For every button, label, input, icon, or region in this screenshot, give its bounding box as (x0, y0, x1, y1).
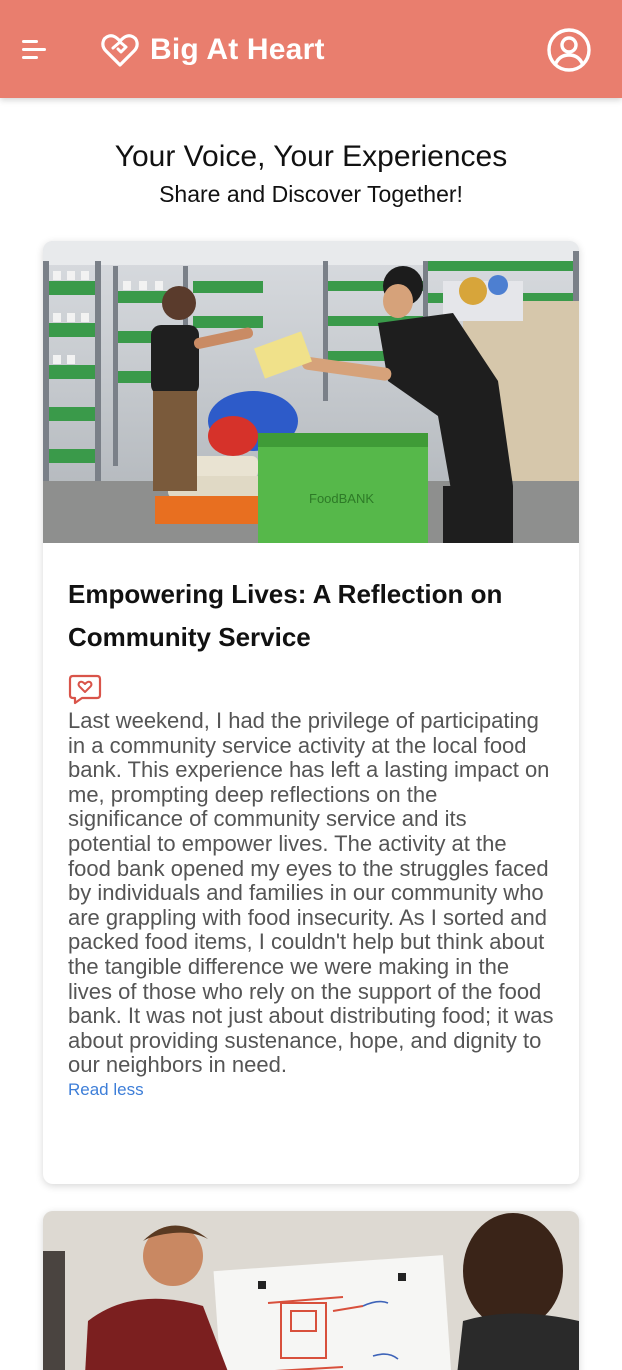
page-subtitle: Share and Discover Together! (159, 181, 463, 207)
food-bank-volunteers-photo: FoodBANK (43, 241, 579, 543)
heart-handshake-icon (101, 34, 139, 67)
page-title: Your Voice, Your Experiences (114, 140, 508, 173)
post-card: FoodBANK Empowering Lives: A Reflection … (43, 241, 579, 1184)
hamburger-menu-icon[interactable] (22, 38, 48, 62)
post-text: Last weekend, I had the privilege of par… (68, 708, 554, 1078)
svg-text:FoodBANK: FoodBANK (309, 491, 374, 506)
user-circle-icon[interactable] (546, 27, 592, 73)
post-body: Empowering Lives: A Reflection on Commun… (43, 543, 579, 1100)
read-less-link[interactable]: Read less (68, 1080, 144, 1100)
whiteboard-planning-photo (43, 1211, 579, 1370)
app-title: Big At Heart (150, 33, 325, 66)
app-header: Big At Heart (0, 0, 622, 98)
post-card (43, 1211, 579, 1370)
brand[interactable]: Big At Heart (100, 28, 325, 72)
post-title: Empowering Lives: A Reflection on Commun… (68, 579, 503, 652)
heart-message-icon[interactable] (68, 673, 102, 705)
hero: Your Voice, Your Experiences Share and D… (0, 138, 622, 210)
